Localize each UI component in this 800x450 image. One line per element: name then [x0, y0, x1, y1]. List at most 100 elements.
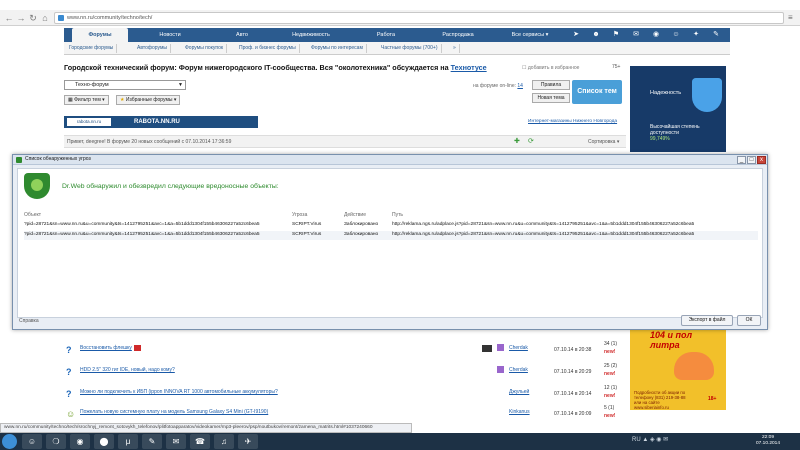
column-action[interactable]: Действие: [344, 212, 366, 218]
user-icon[interactable]: ☺: [672, 31, 680, 39]
menu-icon[interactable]: ≡: [788, 13, 793, 22]
taskbar-app-icon[interactable]: ✈: [238, 434, 258, 449]
home-icon[interactable]: ⌂: [39, 12, 51, 24]
chip-icon: [482, 345, 492, 352]
address-bar[interactable]: www.nn.ru/community/techno/tech/: [54, 12, 784, 24]
maximize-button[interactable]: □: [747, 156, 756, 164]
add-favorite-link[interactable]: ☐ добавить в избранное: [522, 65, 579, 71]
filter-topics-button[interactable]: ▦ Фильтр тем ▾: [64, 95, 109, 105]
threat-row[interactable]: ?pid=28721&sn=www.nn.ru&u=community&ts=1…: [24, 231, 758, 240]
sort-dropdown[interactable]: Сортировка ▾: [588, 139, 619, 145]
promo-ad[interactable]: 104 и пол литра Подробности об акции по …: [630, 328, 726, 410]
column-object[interactable]: Объект: [24, 212, 41, 218]
pin-icon[interactable]: ✎: [712, 31, 720, 39]
tab-forums[interactable]: Форумы: [72, 28, 128, 42]
topic-author[interactable]: Kinkanus: [509, 409, 530, 415]
cart-icon[interactable]: ⚑: [612, 31, 620, 39]
rules-button[interactable]: Правила: [532, 80, 570, 90]
subnav-city-forums[interactable]: Городские форумы: [66, 44, 118, 53]
reload-icon[interactable]: ↻: [27, 12, 39, 24]
export-button[interactable]: Экспорт в файл: [681, 315, 733, 326]
help-link[interactable]: Справка: [19, 318, 39, 324]
taskbar-app-icon[interactable]: ♫: [214, 434, 234, 449]
forum-select[interactable]: Техно-форум ▼: [64, 80, 186, 90]
user-avatar-icon: [497, 366, 504, 373]
topic-title[interactable]: Восстановить флешку: [80, 345, 132, 351]
topic-author[interactable]: Cherdak: [509, 345, 528, 351]
taskbar-app-icon[interactable]: ✎: [142, 434, 162, 449]
settings-icon[interactable]: ✦: [692, 31, 700, 39]
close-button[interactable]: x: [757, 156, 766, 164]
eye-icon[interactable]: ◉: [652, 31, 660, 39]
user-avatar-icon: [497, 344, 504, 351]
favicon-icon: [58, 15, 64, 21]
threat-dialog: Список обнаруженных угроз _ □ x Dr.Web о…: [12, 154, 768, 330]
start-button[interactable]: [2, 434, 17, 449]
reliability-ad[interactable]: Надежность Высочайшая степень доступност…: [630, 66, 726, 152]
tab-realty[interactable]: Недвижимость: [276, 28, 346, 42]
table-row[interactable]: ☺ Пожелать новую системную плату на моде…: [64, 405, 624, 425]
tab-news[interactable]: Новости: [140, 28, 200, 42]
taskbar-app-icon[interactable]: ◉: [70, 434, 90, 449]
system-tray[interactable]: RU ▲ ◈ ◉ ✉: [632, 436, 668, 443]
column-path[interactable]: Путь: [392, 212, 403, 218]
taskbar-app-icon[interactable]: ☺: [22, 434, 42, 449]
column-threat[interactable]: Угроза: [292, 212, 307, 218]
refresh-icon[interactable]: ⟳: [528, 138, 536, 146]
new-topic-button[interactable]: Новая тема: [532, 93, 570, 103]
threat-panel: Dr.Web обнаружил и обезвредил следующие …: [17, 168, 763, 318]
ok-button[interactable]: ОК: [737, 315, 761, 326]
threat-row[interactable]: ?pid=28721&sn=www.nn.ru&u=community&ts=1…: [24, 221, 758, 230]
topic-replies: 12 (1): [604, 385, 618, 391]
technotus-link[interactable]: Технотусе: [451, 63, 487, 72]
tab-auto[interactable]: Авто: [212, 28, 272, 42]
add-icon[interactable]: ✚: [514, 138, 522, 146]
subnav-more[interactable]: »: [450, 44, 460, 53]
subnav-private-forums[interactable]: Частные форумы (700+): [378, 44, 442, 53]
page-title-text: Городской технический форум: Форум нижег…: [64, 63, 451, 72]
browser-toolbar: ← → ↻ ⌂ www.nn.ru/community/techno/tech/…: [0, 10, 800, 26]
taskbar-app-icon[interactable]: ☎: [190, 434, 210, 449]
compass-icon[interactable]: ➤: [572, 31, 580, 39]
taskbar-app-icon[interactable]: ❍: [46, 434, 66, 449]
online-count[interactable]: 14: [517, 83, 523, 89]
taskbar-app-icon[interactable]: μ: [118, 434, 138, 449]
table-row[interactable]: ? Восстановить флешку Cherdak 07.10.14 в…: [64, 341, 624, 361]
subnav-auto-forums[interactable]: Автофорумы: [134, 44, 171, 53]
online-label: на форуме on-line:: [473, 83, 518, 89]
topic-list-button[interactable]: Список тем: [572, 80, 622, 104]
shops-link[interactable]: Интернет-магазины Нижнего Новгорода: [528, 119, 617, 124]
subnav-interest-forums[interactable]: Форумы по интересам: [308, 44, 367, 53]
mail-icon[interactable]: ✉: [632, 31, 640, 39]
favorite-forums-button[interactable]: ★ Избранные форумы ▾: [116, 95, 181, 105]
topic-author[interactable]: Cherdak: [509, 367, 528, 373]
topic-title[interactable]: Можно ли подключить к ИБП (ippon INNOVA …: [80, 389, 278, 395]
taskbar-app-icon[interactable]: ⬤: [94, 434, 114, 449]
clock[interactable]: 22:09 07.10.2014: [748, 435, 788, 447]
minimize-button[interactable]: _: [737, 156, 746, 164]
dialog-titlebar[interactable]: Список обнаруженных угроз _ □ x: [13, 155, 767, 165]
users-icon[interactable]: ☻: [592, 31, 600, 39]
mascot-image: [674, 352, 714, 380]
topic-author[interactable]: Джульей: [509, 389, 529, 395]
new-badge: new!: [604, 371, 616, 377]
table-row[interactable]: ? HDD 2.5" 320 гиг IDE, новый, надо кому…: [64, 363, 624, 383]
drweb-small-icon: [16, 157, 22, 163]
shield-icon: [692, 78, 722, 112]
table-row[interactable]: ? Можно ли подключить к ИБП (ippon INNOV…: [64, 385, 624, 405]
tab-jobs[interactable]: Работа: [354, 28, 418, 42]
forward-icon[interactable]: →: [15, 12, 27, 24]
back-icon[interactable]: ←: [3, 12, 15, 24]
chevron-down-icon: ▼: [178, 82, 183, 88]
rabota-banner[interactable]: rabota.nn.ru RABOTA.NN.RU: [64, 116, 258, 128]
tab-sales[interactable]: Распродажа: [426, 28, 490, 42]
topic-title[interactable]: HDD 2.5" 320 гиг IDE, новый, надо кому?: [80, 367, 175, 373]
subnav-business-forums[interactable]: Проф. и бизнес форумы: [236, 44, 300, 53]
topic-title[interactable]: Пожелать новую системную плату на модель…: [80, 409, 268, 415]
url-text: www.nn.ru/community/techno/tech/: [67, 15, 153, 21]
tab-all-services[interactable]: Все сервисы ▾: [498, 28, 562, 42]
subnav-shopping-forums[interactable]: Форумы покупок: [182, 44, 228, 53]
online-counter: на форуме on-line: 14: [473, 83, 523, 89]
taskbar-app-icon[interactable]: ✉: [166, 434, 186, 449]
dialog-title: Список обнаруженных угроз: [25, 156, 91, 162]
